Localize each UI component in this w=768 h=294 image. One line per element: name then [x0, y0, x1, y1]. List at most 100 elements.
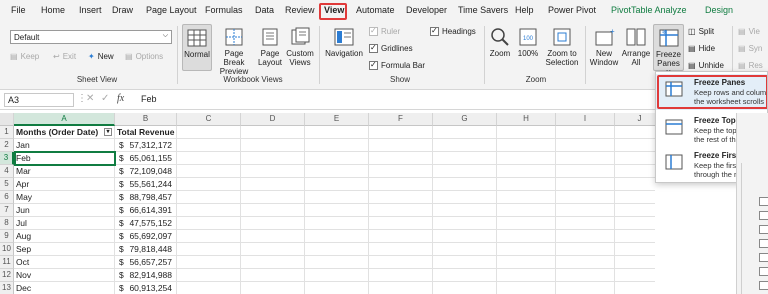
field-checkbox[interactable] [759, 239, 768, 248]
tab-power-pivot[interactable]: Power Pivot [548, 5, 596, 15]
view-side-by-side-button[interactable]: ▤ Vie [738, 27, 760, 36]
row-header[interactable]: 9 [0, 230, 14, 243]
revenue-cell[interactable]: $65,692,097 [115, 230, 177, 243]
revenue-cell[interactable]: $55,561,244 [115, 178, 177, 191]
insert-function-icon[interactable]: fx [117, 93, 124, 104]
empty-cell[interactable] [369, 165, 433, 178]
zoom-button[interactable]: Zoom [487, 24, 513, 58]
normal-view-button[interactable]: Normal [182, 24, 212, 71]
empty-cell[interactable] [241, 269, 305, 282]
month-cell[interactable]: Jul [14, 217, 115, 230]
empty-cell[interactable] [556, 152, 615, 165]
empty-cell[interactable] [369, 256, 433, 269]
empty-cell[interactable] [305, 282, 369, 294]
empty-cell[interactable] [615, 256, 655, 269]
empty-cell[interactable] [556, 243, 615, 256]
tab-insert[interactable]: Insert [79, 5, 102, 15]
column-header-c[interactable]: C [177, 113, 241, 126]
empty-cell[interactable] [305, 139, 369, 152]
row-header[interactable]: 3 [0, 152, 14, 165]
select-all-corner[interactable] [0, 113, 14, 126]
empty-cell[interactable] [305, 269, 369, 282]
empty-cell[interactable] [497, 230, 556, 243]
empty-cell[interactable] [497, 139, 556, 152]
empty-cell[interactable] [241, 230, 305, 243]
empty-cell[interactable] [497, 243, 556, 256]
empty-cell[interactable] [305, 230, 369, 243]
column-header-i[interactable]: I [556, 113, 615, 126]
empty-cell[interactable] [369, 269, 433, 282]
empty-cell[interactable] [177, 217, 241, 230]
empty-cell[interactable] [497, 126, 556, 139]
new-window-button[interactable]: + New Window [588, 24, 620, 67]
synchronous-scrolling-button[interactable]: ▤ Syn [738, 44, 762, 53]
empty-cell[interactable] [615, 217, 655, 230]
empty-cell[interactable] [497, 256, 556, 269]
empty-cell[interactable] [177, 204, 241, 217]
empty-cell[interactable] [497, 152, 556, 165]
tab-formulas[interactable]: Formulas [205, 5, 243, 15]
month-cell[interactable]: Sep [14, 243, 115, 256]
tab-automate[interactable]: Automate [356, 5, 395, 15]
empty-cell[interactable] [241, 256, 305, 269]
ruler-checkbox[interactable]: Ruler [369, 26, 400, 36]
arrange-all-button[interactable]: Arrange All [621, 24, 651, 67]
field-checkbox[interactable] [759, 225, 768, 234]
empty-cell[interactable] [433, 217, 497, 230]
empty-cell[interactable] [433, 178, 497, 191]
empty-cell[interactable] [305, 204, 369, 217]
column-header-b[interactable]: B [115, 113, 177, 126]
cancel-icon[interactable]: ✕ [86, 93, 94, 104]
row-header[interactable]: 1 [0, 126, 14, 139]
revenue-cell[interactable]: $56,657,257 [115, 256, 177, 269]
month-cell[interactable]: Nov [14, 269, 115, 282]
formula-bar-checkbox[interactable]: Formula Bar [369, 60, 425, 70]
field-checkbox[interactable] [759, 281, 768, 290]
empty-cell[interactable] [556, 126, 615, 139]
empty-cell[interactable] [369, 217, 433, 230]
empty-cell[interactable] [177, 126, 241, 139]
empty-cell[interactable] [305, 178, 369, 191]
empty-cell[interactable] [615, 230, 655, 243]
header-cell-months[interactable]: Months (Order Date) ▾ [14, 126, 115, 139]
empty-cell[interactable] [556, 165, 615, 178]
empty-cell[interactable] [369, 243, 433, 256]
options-button[interactable]: ▤ Options [125, 52, 163, 61]
hide-button[interactable]: ▤ Hide [688, 44, 715, 53]
empty-cell[interactable] [369, 139, 433, 152]
column-header-a[interactable]: A [14, 113, 115, 126]
empty-cell[interactable] [615, 178, 655, 191]
empty-cell[interactable] [177, 152, 241, 165]
empty-cell[interactable] [615, 269, 655, 282]
month-cell[interactable]: Mar [14, 165, 115, 178]
empty-cell[interactable] [177, 243, 241, 256]
empty-cell[interactable] [369, 126, 433, 139]
month-cell[interactable]: Aug [14, 230, 115, 243]
empty-cell[interactable] [241, 191, 305, 204]
empty-cell[interactable] [497, 204, 556, 217]
revenue-cell[interactable]: $66,614,391 [115, 204, 177, 217]
empty-cell[interactable] [305, 165, 369, 178]
field-checkbox[interactable] [759, 197, 768, 206]
empty-cell[interactable] [615, 139, 655, 152]
gridlines-checkbox[interactable]: Gridlines [369, 43, 413, 53]
empty-cell[interactable] [177, 191, 241, 204]
row-header[interactable]: 10 [0, 243, 14, 256]
empty-cell[interactable] [433, 152, 497, 165]
headings-checkbox[interactable]: Headings [430, 26, 476, 36]
month-cell[interactable]: Oct [14, 256, 115, 269]
formula-input[interactable]: Feb [141, 94, 157, 104]
revenue-cell[interactable]: $72,109,048 [115, 165, 177, 178]
empty-cell[interactable] [556, 178, 615, 191]
empty-cell[interactable] [433, 282, 497, 294]
empty-cell[interactable] [615, 165, 655, 178]
zoom-to-selection-button[interactable]: Zoom to Selection [543, 24, 581, 67]
empty-cell[interactable] [305, 126, 369, 139]
reset-window-position-button[interactable]: ▤ Res [738, 61, 763, 70]
empty-cell[interactable] [556, 282, 615, 294]
row-header[interactable]: 6 [0, 191, 14, 204]
empty-cell[interactable] [615, 204, 655, 217]
empty-cell[interactable] [177, 139, 241, 152]
navigation-button[interactable]: Navigation [322, 24, 366, 58]
empty-cell[interactable] [369, 178, 433, 191]
